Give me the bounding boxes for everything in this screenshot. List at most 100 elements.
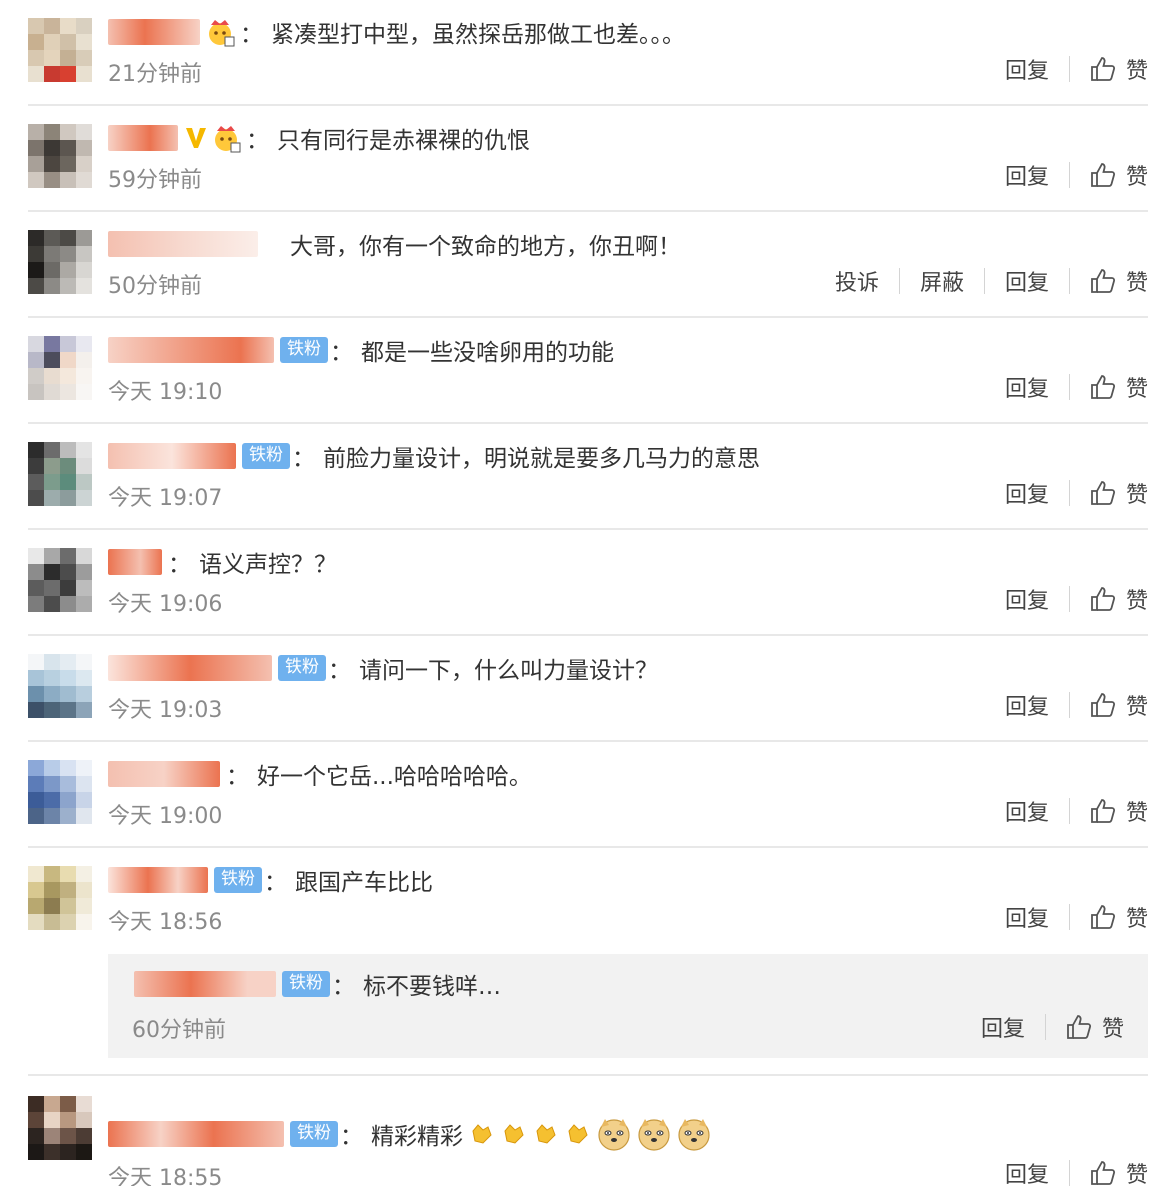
clapping-hands-icon (501, 1121, 527, 1147)
block-button[interactable]: 屏蔽 (900, 265, 984, 297)
like-button[interactable]: 赞 (1070, 53, 1148, 85)
comment-time: 59分钟前 (108, 168, 202, 193)
comment-text: 只有同行是赤裸裸的仇恨 (277, 128, 530, 154)
colon: ： (246, 128, 269, 154)
like-button[interactable]: 赞 (1070, 795, 1148, 827)
comment-item: ： 好一个它岳...哈哈哈哈哈。 今天 19:00 回复 赞 (28, 742, 1148, 848)
report-button[interactable]: 投诉 (815, 265, 899, 297)
thumbs-up-icon (1067, 1015, 1092, 1039)
avatar[interactable] (28, 1096, 92, 1160)
comment-item: ： 紧凑型打中型，虽然探岳那做工也差。。。 21分钟前 回复 赞 (28, 0, 1148, 106)
colon: ： (226, 764, 249, 790)
like-label: 赞 (1125, 907, 1148, 932)
username-pixelated[interactable] (134, 971, 276, 997)
nested-reply: 铁粉 ： 标不要钱咩… 60分钟前 回复 赞 (108, 954, 1148, 1058)
comment-item: 铁粉 ： 都是一些没啥卵用的功能 今天 19:10 回复 赞 (28, 318, 1148, 424)
like-button[interactable]: 赞 (1070, 901, 1148, 933)
comment-text: 紧凑型打中型，虽然探岳那做工也差。。。 (271, 22, 685, 48)
comment-item: ： 只有同行是赤裸裸的仇恨 59分钟前 回复 赞 (28, 106, 1148, 212)
like-label: 赞 (1125, 695, 1148, 720)
avatar[interactable] (28, 230, 92, 294)
reply-button[interactable]: 回复 (985, 159, 1069, 191)
crown-face-icon (212, 123, 242, 153)
comment-item: 铁粉 ： 前脸力量设计，明说就是要多几马力的意思 今天 19:07 回复 赞 (28, 424, 1148, 530)
username-pixelated[interactable] (108, 443, 236, 469)
like-button[interactable]: 赞 (1046, 1011, 1124, 1043)
thumbs-up-icon (1091, 375, 1116, 399)
avatar[interactable] (28, 866, 92, 930)
comment-text: 前脸力量设计，明说就是要多几马力的意思 (323, 446, 760, 472)
reply-button[interactable]: 回复 (961, 1011, 1045, 1043)
comment-actions: 回复 赞 (985, 1156, 1148, 1186)
thumbs-up-icon (1091, 905, 1116, 929)
like-label: 赞 (1125, 59, 1148, 84)
comment-line: 铁粉 ： 前脸力量设计，明说就是要多几马力的意思 (108, 436, 760, 476)
reply-button[interactable]: 回复 (985, 371, 1069, 403)
comment-line: 铁粉 ： 标不要钱咩… (134, 964, 501, 1004)
fan-badge[interactable]: 铁粉 (242, 443, 290, 469)
avatar[interactable] (28, 548, 92, 612)
comment-line: ： 语义声控？？ (108, 542, 337, 582)
like-button[interactable]: 赞 (1070, 159, 1148, 191)
comment-actions: 回复 赞 (985, 794, 1148, 828)
like-label: 赞 (1125, 1163, 1148, 1186)
comment-line: ： 紧凑型打中型，虽然探岳那做工也差。。。 (108, 12, 685, 52)
username-pixelated[interactable] (108, 549, 162, 575)
reply-button[interactable]: 回复 (985, 795, 1069, 827)
comment-actions: 回复 赞 (985, 52, 1148, 86)
username-pixelated[interactable] (108, 761, 220, 787)
comment-time: 今天 19:07 (108, 486, 223, 511)
fan-badge[interactable]: 铁粉 (214, 867, 262, 893)
username-pixelated[interactable] (108, 1121, 284, 1147)
comment-actions: 回复 赞 (985, 582, 1148, 616)
reply-button[interactable]: 回复 (985, 901, 1069, 933)
fan-badge[interactable]: 铁粉 (280, 337, 328, 363)
like-label: 赞 (1125, 165, 1148, 190)
comment-time: 60分钟前 (132, 1018, 226, 1043)
comment-time: 今天 19:03 (108, 698, 223, 723)
like-button[interactable]: 赞 (1070, 477, 1148, 509)
reply-button[interactable]: 回复 (985, 583, 1069, 615)
fan-badge[interactable]: 铁粉 (278, 655, 326, 681)
like-label: 赞 (1125, 377, 1148, 402)
crown-face-icon (206, 17, 236, 47)
username-pixelated[interactable] (108, 125, 178, 151)
like-label: 赞 (1101, 1017, 1124, 1042)
comment-item: 铁粉 ： 跟国产车比比 今天 18:56 回复 赞 (28, 848, 1148, 954)
doge-face-icon (597, 1117, 631, 1151)
divider (28, 1058, 1148, 1076)
like-button[interactable]: 赞 (1070, 583, 1148, 615)
colon: ： (168, 552, 191, 578)
colon: ： (264, 870, 287, 896)
fan-badge[interactable]: 铁粉 (290, 1121, 338, 1147)
comment-text: 请问一下，什么叫力量设计？ (359, 658, 658, 684)
like-button[interactable]: 赞 (1070, 689, 1148, 721)
thumbs-up-icon (1091, 693, 1116, 717)
avatar[interactable] (28, 336, 92, 400)
reply-button[interactable]: 回复 (985, 477, 1069, 509)
comment-time: 今天 19:10 (108, 380, 223, 405)
like-button[interactable]: 赞 (1070, 1157, 1148, 1186)
like-button[interactable]: 赞 (1070, 265, 1148, 297)
avatar[interactable] (28, 654, 92, 718)
like-label: 赞 (1125, 483, 1148, 508)
username-pixelated[interactable] (108, 337, 274, 363)
username-pixelated[interactable] (108, 867, 208, 893)
avatar[interactable] (28, 760, 92, 824)
fan-badge[interactable]: 铁粉 (282, 971, 330, 997)
reply-button[interactable]: 回复 (985, 1157, 1069, 1186)
clapping-hands-icon (533, 1121, 559, 1147)
username-pixelated[interactable] (108, 655, 272, 681)
username-pixelated[interactable] (108, 19, 200, 45)
reply-button[interactable]: 回复 (985, 265, 1069, 297)
reply-button[interactable]: 回复 (985, 53, 1069, 85)
username-pixelated[interactable] (108, 231, 258, 257)
avatar[interactable] (28, 18, 92, 82)
reply-button[interactable]: 回复 (985, 689, 1069, 721)
thumbs-up-icon (1091, 587, 1116, 611)
avatar[interactable] (28, 442, 92, 506)
like-button[interactable]: 赞 (1070, 371, 1148, 403)
thumbs-up-icon (1091, 163, 1116, 187)
avatar[interactable] (28, 124, 92, 188)
comment-line: 铁粉 ： 跟国产车比比 (108, 860, 433, 900)
